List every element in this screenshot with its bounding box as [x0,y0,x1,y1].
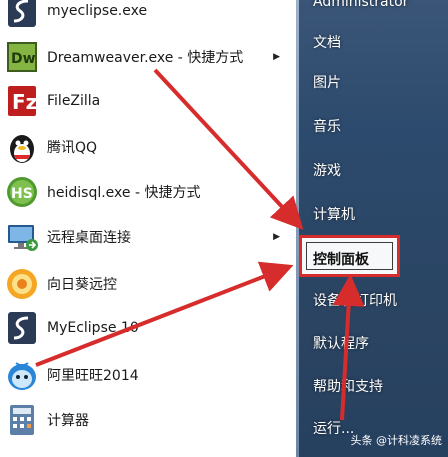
watermark: 头条 @计科凌系统 [350,434,443,447]
arrow-from-dreamweaver [153,68,304,230]
arrow-from-run [332,274,365,421]
annotation-arrows [35,68,365,421]
arrow-from-sunflower [35,261,294,367]
